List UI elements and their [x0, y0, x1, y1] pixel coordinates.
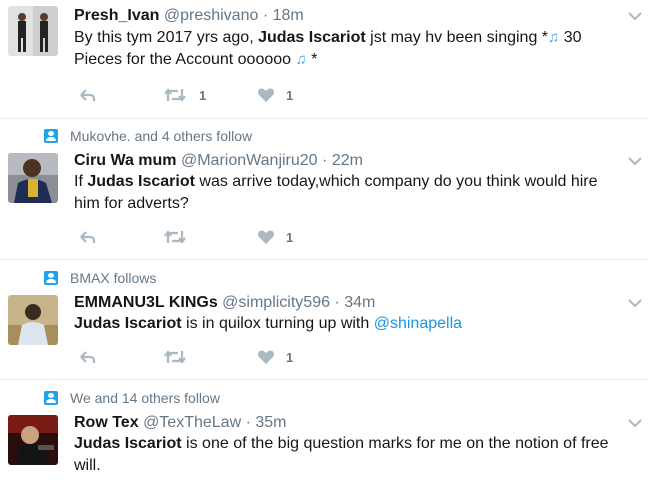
heart-icon[interactable]	[257, 348, 275, 368]
reply-icon[interactable]	[78, 228, 96, 248]
tweet-header: Presh_Ivan @preshivano · 18m	[74, 6, 304, 26]
chevron-down-icon[interactable]	[628, 298, 642, 308]
username[interactable]: @MarionWanjiru20	[181, 152, 318, 169]
retweet-count: 1	[199, 88, 207, 103]
timestamp[interactable]: 34m	[344, 294, 375, 311]
social-context: We and 14 others follow	[44, 389, 220, 407]
highlighted-term: Judas Iscariot	[74, 435, 182, 452]
retweet-icon[interactable]	[164, 348, 186, 368]
tweet[interactable]: BMAX follows EMMANU3L KINGs @simplicity5…	[0, 260, 648, 380]
tweet-text-segment: If	[74, 173, 88, 190]
social-context-text: We and 14 others follow	[70, 390, 220, 406]
display-name[interactable]: Ciru Wa mum	[74, 152, 177, 169]
social-context: Mukovhe. and 4 others follow	[44, 127, 252, 145]
retweet-icon[interactable]	[164, 86, 186, 106]
man-outdoors-avatar[interactable]	[8, 295, 58, 345]
tweet-text: If Judas Iscariot was arrive today,which…	[74, 171, 619, 215]
social-context: BMAX follows	[44, 269, 156, 287]
like-count: 1	[286, 230, 294, 245]
person-icon	[44, 129, 58, 143]
tweet-header: Ciru Wa mum @MarionWanjiru20 · 22m	[74, 151, 363, 171]
heart-icon[interactable]	[257, 86, 275, 106]
person-avatar[interactable]	[8, 153, 58, 203]
tweet-header: Row Tex @TexTheLaw · 35m	[74, 413, 286, 433]
person-icon	[44, 391, 58, 405]
tweet-text-segment: jst may hv been singing *	[365, 29, 549, 46]
tweet-text: Judas Iscariot is in quilox turning up w…	[74, 313, 619, 335]
retweet-icon[interactable]	[164, 228, 186, 248]
username[interactable]: @preshivano	[164, 7, 259, 24]
timestamp[interactable]: 18m	[273, 7, 304, 24]
highlighted-term: Judas Iscariot	[87, 173, 195, 190]
tweet-text-segment: is in quilox turning up with	[181, 315, 374, 332]
social-context-text: Mukovhe. and 4 others follow	[70, 128, 253, 144]
tweet-text: By this tym 2017 yrs ago, Judas Iscariot…	[74, 27, 619, 71]
heart-icon[interactable]	[257, 228, 275, 248]
reply-icon[interactable]	[78, 86, 96, 106]
tweet-text-segment: By this tym 2017 yrs ago,	[74, 29, 259, 46]
social-context-text: BMAX follows	[70, 270, 157, 286]
separator-dot: ·	[322, 152, 328, 169]
man-in-suit-avatar[interactable]	[8, 6, 58, 56]
tweet[interactable]: We and 14 others follow Row Tex @TexTheL…	[0, 380, 648, 483]
music-note-emoji: ♫	[548, 29, 560, 46]
display-name[interactable]: Row Tex	[74, 414, 139, 431]
tweet[interactable]: Mukovhe. and 4 others follow Ciru Wa mum…	[0, 118, 648, 260]
music-note-emoji: ♫	[295, 51, 307, 68]
timestamp[interactable]: 35m	[255, 414, 286, 431]
tweet-text-segment: *	[306, 51, 318, 68]
tweet-header: EMMANU3L KINGs @simplicity596 · 34m	[74, 293, 375, 313]
chevron-down-icon[interactable]	[628, 156, 642, 166]
tweet-text: Judas Iscariot is one of the big questio…	[74, 433, 619, 477]
scarface-avatar[interactable]	[8, 415, 58, 465]
chevron-down-icon[interactable]	[628, 11, 642, 21]
like-count: 1	[286, 350, 294, 365]
timestamp[interactable]: 22m	[332, 152, 363, 169]
mention-link[interactable]: @shinapella	[374, 315, 462, 332]
username[interactable]: @TexTheLaw	[143, 414, 241, 431]
username[interactable]: @simplicity596	[222, 294, 330, 311]
tweet[interactable]: Presh_Ivan @preshivano · 18m By this tym…	[0, 0, 648, 119]
display-name[interactable]: EMMANU3L KINGs	[74, 294, 218, 311]
separator-dot: ·	[262, 7, 269, 24]
separator-dot: ·	[245, 414, 251, 431]
separator-dot: ·	[334, 294, 340, 311]
highlighted-term: Judas Iscariot	[258, 29, 366, 46]
chevron-down-icon[interactable]	[628, 418, 642, 428]
reply-icon[interactable]	[78, 348, 96, 368]
display-name[interactable]: Presh_Ivan	[74, 7, 159, 24]
like-count: 1	[286, 88, 294, 103]
highlighted-term: Judas Iscariot	[74, 315, 182, 332]
person-icon	[44, 271, 58, 285]
